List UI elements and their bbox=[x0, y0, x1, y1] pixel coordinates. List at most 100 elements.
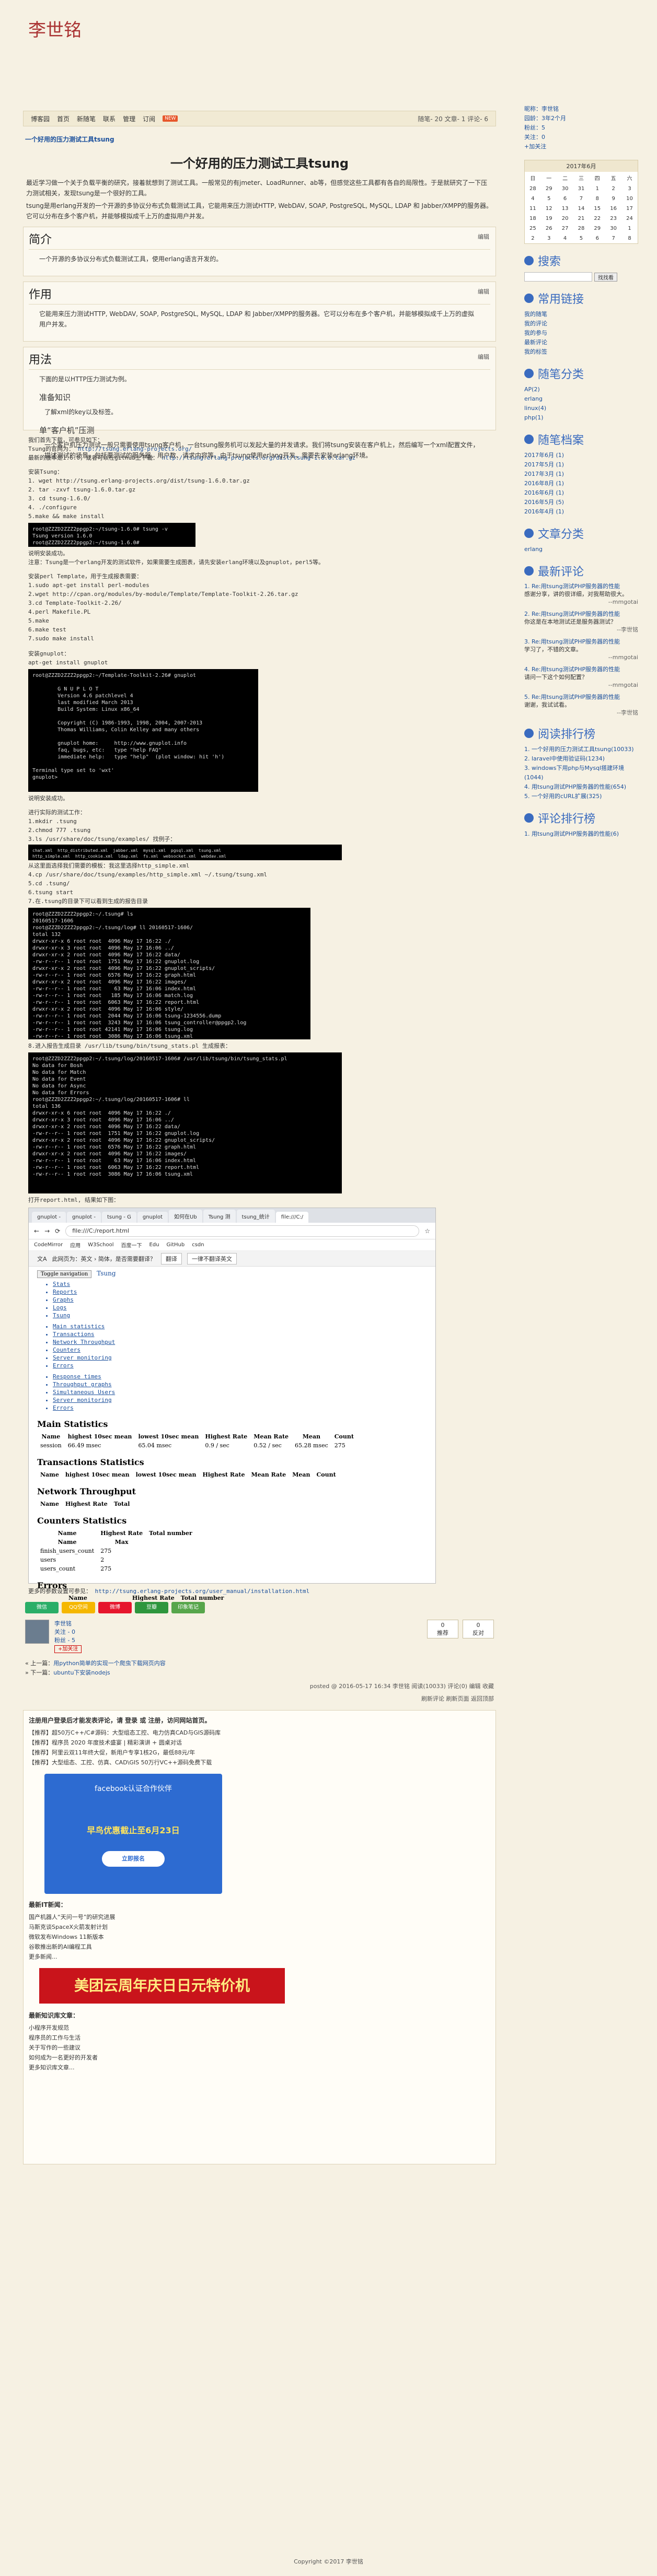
report-nav-link[interactable]: Logs bbox=[53, 1304, 427, 1312]
report-nav-link[interactable]: Network Throughput bbox=[53, 1338, 427, 1346]
comment-title[interactable]: 2. Re:用tsung测试PHP服务器的性能 bbox=[524, 611, 620, 617]
nav-cnblogs[interactable]: 博客园 bbox=[31, 114, 50, 123]
browser-tab-active[interactable]: file:///C:/ bbox=[275, 1212, 309, 1223]
bookmark[interactable]: W3School bbox=[88, 1242, 113, 1248]
archive-link[interactable]: 2017年3月 (1) bbox=[524, 470, 638, 479]
news-item[interactable]: 马斯克谈SpaceX火箭发射计划 bbox=[29, 1922, 490, 1932]
kb-item[interactable]: 关于写作的一些建议 bbox=[29, 2043, 490, 2053]
edit-link[interactable]: 编辑 bbox=[478, 232, 489, 241]
site-title[interactable]: 李世铭 bbox=[28, 16, 82, 41]
reads-rank-link[interactable]: 2. laravel中使用验证码(1234) bbox=[524, 754, 638, 764]
nav-subscribe[interactable]: 订阅 bbox=[143, 114, 155, 123]
forward-icon[interactable]: → bbox=[44, 1227, 50, 1235]
never-translate-button[interactable]: 一律不翻译英文 bbox=[187, 1252, 237, 1264]
bookmark[interactable]: csdn bbox=[192, 1242, 204, 1248]
category-link[interactable]: php(1) bbox=[524, 413, 638, 423]
post-title[interactable]: 一个好用的压力测试工具tsung bbox=[23, 153, 496, 171]
promo-line[interactable]: 【推荐】大型组态、工控、仿真、CAD\GIS 50万行VC++源码免费下载 bbox=[29, 1758, 490, 1767]
archive-link[interactable]: 2017年6月 (1) bbox=[524, 451, 638, 460]
sidebar-link[interactable]: 我的评论 bbox=[524, 319, 638, 329]
bookmark[interactable]: CodeMirror bbox=[34, 1242, 63, 1248]
next-post-link[interactable]: ubuntu下安装nodejs bbox=[53, 1669, 110, 1676]
reads-rank-link[interactable]: 5. 一个好用的cURL扩展(325) bbox=[524, 792, 638, 801]
report-nav-link[interactable]: Graphs bbox=[53, 1296, 427, 1304]
promo-line[interactable]: 【推荐】阿里云双11年终大促，新用户专享1核2G，最低88元/年 bbox=[29, 1748, 490, 1758]
reload-icon[interactable]: ⟳ bbox=[55, 1227, 60, 1235]
rss-badge[interactable]: NEW bbox=[163, 115, 178, 122]
reads-rank-link[interactable]: 4. 用tsung测试PHP服务器的性能(654) bbox=[524, 782, 638, 792]
share-weibo-button[interactable]: 微博 bbox=[98, 1602, 132, 1613]
news-item[interactable]: 微软发布Windows 11新版本 bbox=[29, 1932, 490, 1942]
bookmark[interactable]: 应用 bbox=[70, 1241, 80, 1249]
edit-link[interactable]: 编辑 bbox=[478, 287, 489, 296]
follow-button[interactable]: +加关注 bbox=[54, 1645, 82, 1653]
news-item[interactable]: 国产机器人“天问一号”的研究进展 bbox=[29, 1912, 490, 1922]
address-bar[interactable]: file:///C:/report.html bbox=[65, 1225, 420, 1237]
category-link[interactable]: erlang bbox=[524, 394, 638, 404]
report-nav-link[interactable]: Main statistics bbox=[53, 1322, 427, 1330]
nav-admin[interactable]: 管理 bbox=[123, 114, 135, 123]
profile-fans[interactable]: 粉丝：5 bbox=[524, 123, 638, 133]
comment-title[interactable]: 3. Re:用tsung测试PHP服务器的性能 bbox=[524, 638, 620, 645]
reads-rank-link[interactable]: 1. 一个好用的压力测试工具tsung(10033) bbox=[524, 745, 638, 754]
fb-ad-button[interactable]: 立即报名 bbox=[102, 1851, 165, 1867]
archive-link[interactable]: 2016年5月 (5) bbox=[524, 498, 638, 507]
share-douban-button[interactable]: 豆瓣 bbox=[135, 1602, 168, 1613]
avatar[interactable] bbox=[25, 1620, 49, 1644]
sidebar-link[interactable]: 我的标签 bbox=[524, 347, 638, 357]
author-focus[interactable]: 关注 - 0 bbox=[54, 1629, 75, 1635]
author-name[interactable]: 李世铭 bbox=[54, 1620, 72, 1627]
report-nav-link[interactable]: Tsung bbox=[53, 1312, 427, 1319]
news-item[interactable]: 更多新闻... bbox=[29, 1952, 490, 1962]
profile-focus[interactable]: 关注：0 bbox=[524, 133, 638, 142]
share-wechat-button[interactable]: 微信 bbox=[25, 1602, 59, 1613]
nav-home[interactable]: 首页 bbox=[57, 114, 70, 123]
category-link[interactable]: AP(2) bbox=[524, 385, 638, 394]
report-brand[interactable]: Tsung bbox=[97, 1270, 116, 1277]
prev-post-link[interactable]: 用python简单的实现一个爬虫下载网页内容 bbox=[53, 1660, 165, 1667]
sidebar-link[interactable]: 最新评论 bbox=[524, 338, 638, 347]
search-button[interactable]: 找找看 bbox=[594, 272, 617, 282]
browser-tab[interactable]: gnuplot bbox=[137, 1212, 168, 1223]
report-nav-link[interactable]: Server monitoring bbox=[53, 1396, 427, 1404]
sidebar-link[interactable]: 我的参与 bbox=[524, 329, 638, 338]
post-actions[interactable]: 刷新评论 刷新页面 返回顶部 bbox=[25, 1694, 494, 1703]
report-nav-link[interactable]: Transactions bbox=[53, 1330, 427, 1338]
archive-link[interactable]: 2016年8月 (1) bbox=[524, 479, 638, 488]
breadcrumb[interactable]: 一个好用的压力测试工具tsung bbox=[23, 131, 496, 151]
share-qzone-button[interactable]: QQ空间 bbox=[62, 1602, 95, 1613]
comment-title[interactable]: 1. Re:用tsung测试PHP服务器的性能 bbox=[524, 583, 620, 590]
kb-item[interactable]: 程序员的工作与生活 bbox=[29, 2033, 490, 2043]
author-fans[interactable]: 粉丝 - 5 bbox=[54, 1637, 75, 1644]
edit-link[interactable]: 编辑 bbox=[478, 353, 489, 361]
browser-tab[interactable]: Tsung 测 bbox=[203, 1210, 236, 1223]
toggle-navigation-button[interactable]: Toggle navigation bbox=[37, 1270, 92, 1278]
news-item[interactable]: 谷歌推出新的AI编程工具 bbox=[29, 1942, 490, 1952]
nav-new-post[interactable]: 新随笔 bbox=[77, 114, 96, 123]
bookmark[interactable]: Edu bbox=[149, 1242, 159, 1248]
more-link[interactable]: http://tsung.erlang-projects.org/user_ma… bbox=[95, 1588, 310, 1595]
report-nav-link[interactable]: Server monitoring bbox=[53, 1354, 427, 1362]
comments-rank-link[interactable]: 1. 用tsung测试PHP服务器的性能(6) bbox=[524, 829, 638, 839]
back-icon[interactable]: ← bbox=[34, 1227, 39, 1235]
promo-line[interactable]: 【推荐】超50万C++/C#源码：大型组态工控、电力仿真CAD与GIS源码库 bbox=[29, 1728, 490, 1738]
upvote-button[interactable]: 0 推荐 bbox=[427, 1620, 458, 1638]
bookmark[interactable]: 百度一下 bbox=[121, 1241, 142, 1249]
category-link[interactable]: linux(4) bbox=[524, 404, 638, 413]
share-evernote-button[interactable]: 印象笔记 bbox=[171, 1602, 205, 1613]
article-category-link[interactable]: erlang bbox=[524, 545, 638, 554]
archive-link[interactable]: 2016年4月 (1) bbox=[524, 507, 638, 517]
sidebar-link[interactable]: 我的随笔 bbox=[524, 310, 638, 319]
report-nav-link[interactable]: Simultaneous Users bbox=[53, 1388, 427, 1396]
star-icon[interactable]: ☆ bbox=[424, 1227, 430, 1235]
promo-line[interactable]: 【推荐】程序员 2020 年度技术盛宴 | 精彩演讲 + 圆桌对话 bbox=[29, 1738, 490, 1748]
comment-title[interactable]: 4. Re:用tsung测试PHP服务器的性能 bbox=[524, 666, 620, 673]
kb-item[interactable]: 如何成为一名更好的开发者 bbox=[29, 2053, 490, 2063]
browser-tab[interactable]: tsung - G bbox=[101, 1212, 136, 1223]
report-nav-link[interactable]: Reports bbox=[53, 1288, 427, 1296]
kb-item[interactable]: 更多知识库文章... bbox=[29, 2063, 490, 2072]
browser-tab[interactable]: gnuplot - bbox=[66, 1212, 101, 1223]
report-nav-link[interactable]: Response times bbox=[53, 1373, 427, 1380]
browser-tab[interactable]: gnuplot - bbox=[32, 1212, 66, 1223]
bookmark[interactable]: GitHub bbox=[167, 1242, 185, 1248]
